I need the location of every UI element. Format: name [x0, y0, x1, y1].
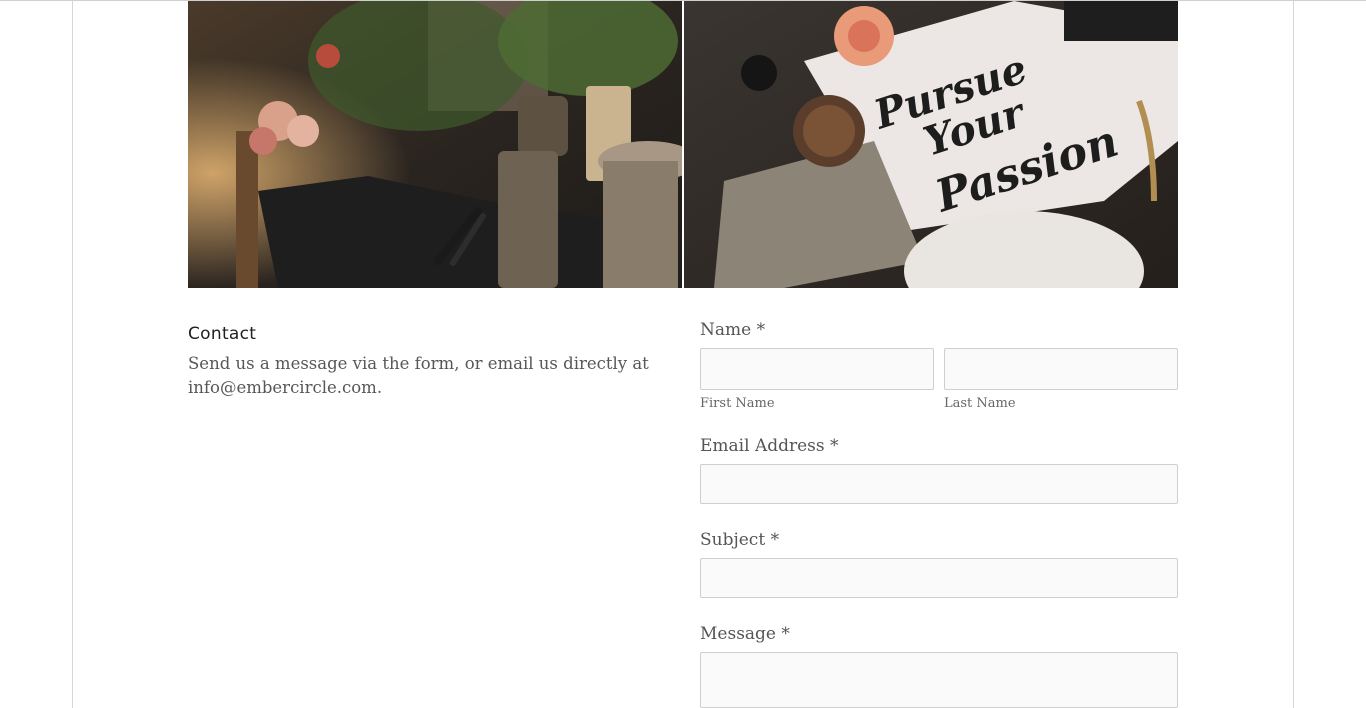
subject-label: Subject * [700, 530, 780, 550]
contact-description: Send us a message via the form, or email… [188, 354, 649, 397]
last-name-input[interactable] [944, 348, 1178, 390]
first-name-label: First Name [700, 396, 775, 411]
message-textarea[interactable] [700, 652, 1178, 708]
page-frame-right [1293, 0, 1294, 708]
last-name-label: Last Name [944, 396, 1016, 411]
pursue-your-passion-photo: Pursue Your Passion [684, 1, 1178, 288]
page-frame-left [72, 0, 73, 708]
email-input[interactable] [700, 464, 1178, 504]
subject-input[interactable] [700, 558, 1178, 598]
flower-shop-photo [188, 1, 682, 288]
first-name-input[interactable] [700, 348, 934, 390]
contact-heading: Contact [188, 324, 257, 344]
name-label: Name * [700, 320, 766, 340]
email-label: Email Address * [700, 436, 839, 456]
message-label: Message * [700, 624, 790, 644]
